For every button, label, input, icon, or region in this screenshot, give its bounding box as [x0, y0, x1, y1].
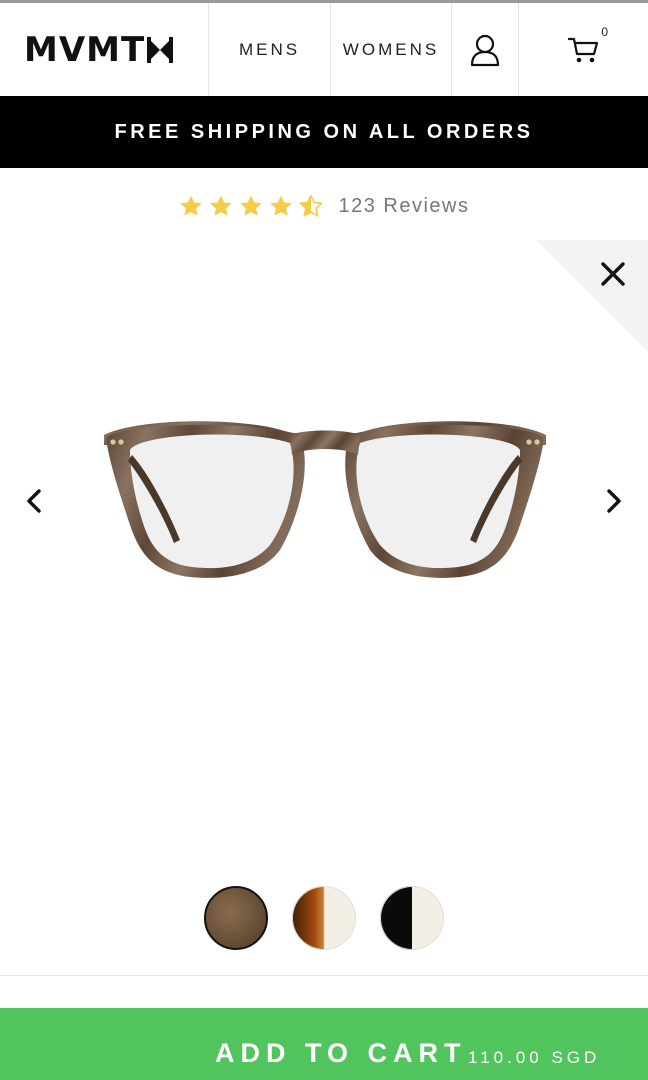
star-rating [178, 194, 324, 219]
account-button[interactable] [452, 3, 519, 96]
close-corner-bg [536, 240, 648, 352]
logo-cell[interactable]: MVMT [0, 3, 209, 96]
shipping-banner-text: FREE SHIPPING ON ALL ORDERS [114, 120, 534, 143]
swatch-amber-cream[interactable] [292, 886, 356, 950]
chevron-right-icon[interactable] [598, 486, 628, 516]
cart-count-badge: 0 [601, 25, 608, 39]
nav-mens[interactable]: MENS [209, 3, 331, 96]
price-label: 110.00 SGD [468, 1048, 601, 1067]
nav-womens-label: WOMENS [342, 39, 440, 59]
add-to-cart-label: ADD TO CART [215, 1038, 467, 1068]
logo-bowtie-icon [147, 36, 174, 63]
divider [0, 975, 648, 976]
star-full-icon [210, 195, 233, 216]
swatch-brown-tortoise[interactable] [204, 886, 268, 950]
close-icon[interactable] [598, 259, 628, 289]
eyeglasses-image [104, 421, 546, 578]
star-full-icon [180, 195, 203, 216]
nav-womens[interactable]: WOMENS [331, 3, 452, 96]
rating-row[interactable]: 123 Reviews [0, 194, 648, 219]
cart-icon [567, 37, 598, 62]
logo-text: MVMT [24, 29, 146, 70]
color-swatches [0, 886, 648, 950]
site-header: MVMT MENS WOMENS 0 [0, 3, 648, 96]
star-full-icon [240, 195, 263, 216]
swatch-black-cream[interactable] [380, 886, 444, 950]
add-to-cart-button[interactable]: ADD TO CART 110.00 SGD [0, 1008, 648, 1080]
logo[interactable]: MVMT [24, 29, 174, 70]
shipping-banner: FREE SHIPPING ON ALL ORDERS [0, 96, 648, 168]
star-full-icon [270, 195, 293, 216]
user-icon [470, 34, 500, 66]
chevron-left-icon[interactable] [20, 486, 50, 516]
reviews-link[interactable]: 123 Reviews [338, 195, 469, 218]
cart-button[interactable]: 0 [519, 3, 648, 96]
nav-mens-label: MENS [238, 39, 301, 59]
star-half-icon [299, 194, 324, 217]
